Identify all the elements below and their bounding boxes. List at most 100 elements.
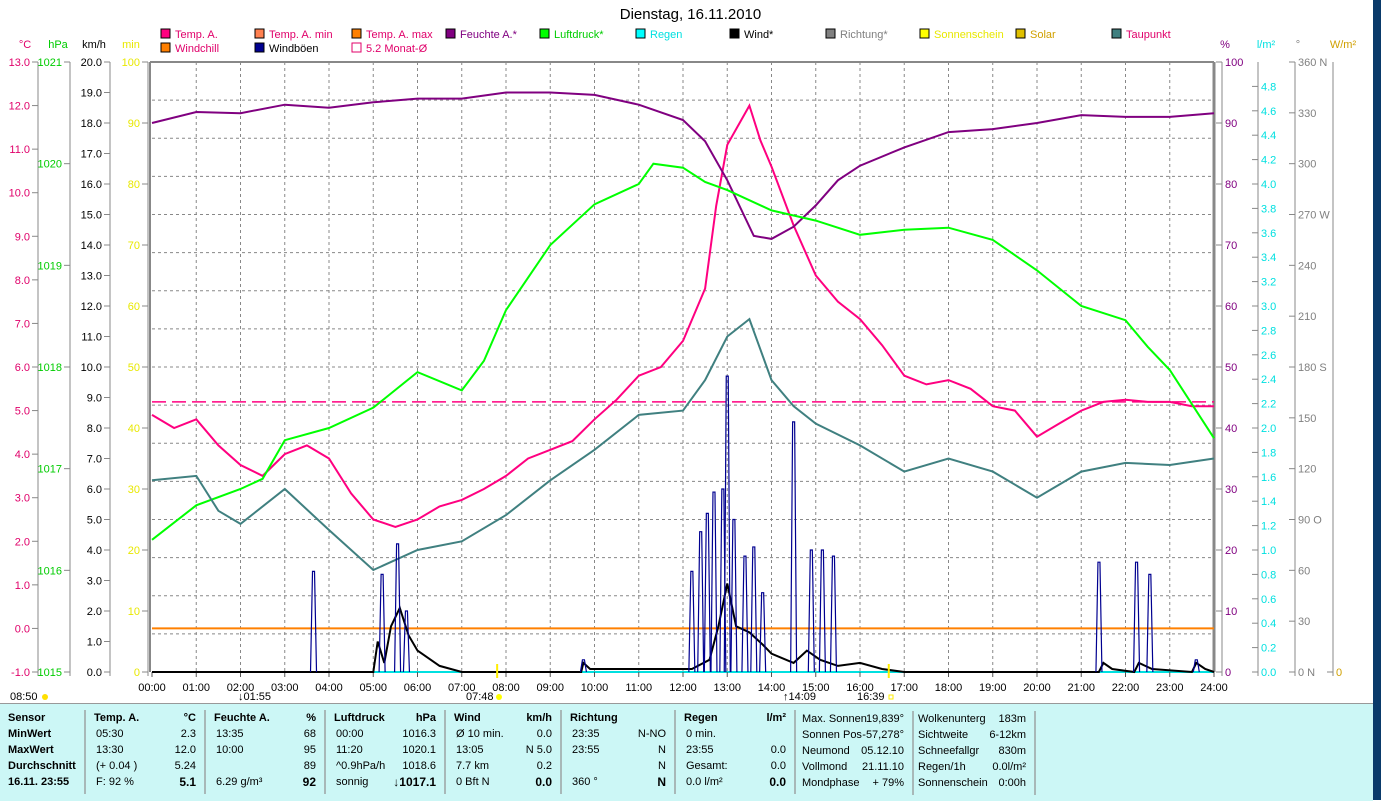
legend-swatch [825,28,836,39]
axis-tick-label-hpa: 1019 [38,260,62,272]
axis-tick-label-rain: 2.6 [1261,350,1276,362]
axis-unit-hpa: hPa [48,39,68,51]
axis-unit-solar: W/m² [1330,39,1357,51]
legend-swatch [1111,28,1122,39]
axis-tick-label-rain: 2.0 [1261,423,1276,435]
axis-tick-label-rain: 1.2 [1261,521,1276,533]
axis-tick-label-celsius: 6.0 [15,362,30,374]
axis-tick-label-percent: 80 [1225,179,1237,191]
weather-chart: 00:00 01:00 02:00 03:00 04:00 05:00 06:00 07:00… [9,28,1357,703]
stats-cell-label: Sonnen Pos [802,729,862,741]
stats-header-unit: l/m² [766,712,786,724]
stats-cell-label: F: 92 % [96,776,134,788]
axis-tick-label-min: 30 [128,484,140,496]
series-windb-en-spike [1132,561,1141,673]
x-tick-label: 20:00 [1023,682,1051,694]
axis-tick-label-degree: 120 [1298,464,1316,476]
stats-header-label: Wind [454,712,481,724]
stats-cell-label: 13:35 [216,728,244,740]
axis-tick-label-celsius: 12.0 [9,101,30,113]
moon-icon [42,694,48,700]
stats-cell-label: 6.29 g/m³ [216,776,263,788]
stats-row: Wolkenunterg 183m [914,711,1034,727]
stats-cell-value: N [658,744,666,756]
axis-tick-label-hpa: 1018 [38,362,62,374]
axis-tick-label-degree: 150 [1298,413,1316,425]
stats-row: Mondphase + 79% [798,775,912,791]
axis-tick-label-celsius: 8.0 [15,275,30,287]
stats-cell-label: 7.7 km [456,760,490,772]
axis-tick-label-degree: 300 [1298,159,1316,171]
axis-tick-label-degree: 60 [1298,565,1310,577]
axis-tick-label-kmh: 5.0 [87,515,102,527]
stats-row: 13:30 12.0 [86,742,204,758]
stats-cell-value: 5.24 [174,760,196,772]
axis-tick-label-kmh: 10.0 [81,362,102,374]
axis-tick-label-celsius: 9.0 [15,231,30,243]
x-tick-label: 24:00 [1200,682,1228,694]
stats-cell-value: -57,278° [862,729,904,741]
stats-row: 23:55 N [562,742,674,758]
axis-tick-label-kmh: 3.0 [87,576,102,588]
series-windb-en-spike [1095,561,1103,673]
legend-swatch [919,28,930,39]
stats-row: Schneefallgr 830m [914,743,1034,759]
axis-tick-label-degree: 240 [1298,260,1316,272]
stats-row: 360 ° N [562,774,674,790]
legend-label: Regen [650,29,682,41]
axis-tick-label-celsius: 11.0 [9,144,30,156]
stats-header-label: Luftdruck [334,712,385,724]
legend-swatch [160,42,171,53]
stats-pressure-header: Luftdruck hPa [326,710,444,726]
axis-tick-label-percent: 60 [1225,301,1237,313]
x-tick-label: 18:00 [935,682,963,694]
axis-tick-label-hpa: 1021 [38,57,62,69]
stats-row: F: 92 % 5.1 [86,774,204,790]
axis-tick-label-degree: 270 W [1298,210,1330,222]
axis-tick-label-percent: 0 [1225,667,1231,679]
legend-label: Temp. A. max [366,29,433,41]
legend-swatch [254,28,265,39]
stats-cell-value: 05.12.10 [861,745,904,757]
stats-cell-label: 23:55 [572,744,600,756]
stats-cell-value: + 79% [872,777,905,789]
stats-cell-label: sonnig [336,776,369,788]
stats-cell-label: Ø 10 min. [456,728,504,740]
stats-cell-value: 2.3 [180,728,196,740]
axis-tick-label-kmh: 15.0 [81,210,102,222]
stats-header-unit: hPa [415,712,436,724]
axis-tick-label-kmh: 8.0 [87,423,102,435]
axis-tick-label-rain: 4.8 [1261,81,1276,93]
stats-row: 13:05 N 5.0 [446,742,560,758]
legend-label: 5.2 Monat-Ø [366,43,428,55]
axis-tick-label-kmh: 17.0 [81,149,102,161]
stats-cell-value: 1020.1 [402,744,436,756]
stats-cell-label: Regen/1h [918,761,966,773]
axis-tick-label-kmh: 13.0 [81,271,102,283]
x-tick-label: 08:00 [492,682,520,694]
stats-cell-label: 0.0 l/m² [686,776,723,788]
stats-row: Ø 10 min. 0.0 [446,726,560,742]
stats-cell-value: 19,839° [865,713,904,725]
stats-label: MinWert [8,728,52,740]
stats-row: Sichtweite 6-12km [914,727,1034,743]
sun-icon [496,694,502,700]
axis-tick-label-percent: 50 [1225,362,1237,374]
stats-cell-label: 0 min. [686,728,716,740]
legend-swatch [351,28,362,39]
x-tick-label: 01:00 [182,682,210,694]
axis-unit-celsius: °C [19,39,31,51]
stats-row: (+ 0.04 ) 5.24 [86,758,204,774]
series-windb-en-spike [393,543,402,673]
stats-row: 13:35 68 [206,726,324,742]
series-windb-en-spike [829,555,838,673]
stats-cell-label: 10:00 [216,744,244,756]
stats-panel: Sensor MinWert MaxWert Durchschnitt 16.1… [0,703,1373,801]
x-tick-label: 05:00 [359,682,387,694]
series-windb-en-spike [1146,573,1154,673]
stats-cell-value: 95 [303,744,316,756]
stats-sensor-header: Sensor [8,712,46,724]
moon-low-label: ↓01:55 [238,691,271,703]
axis-tick-label-solar: 0 [1336,667,1342,679]
desktop-edge [1373,0,1381,800]
